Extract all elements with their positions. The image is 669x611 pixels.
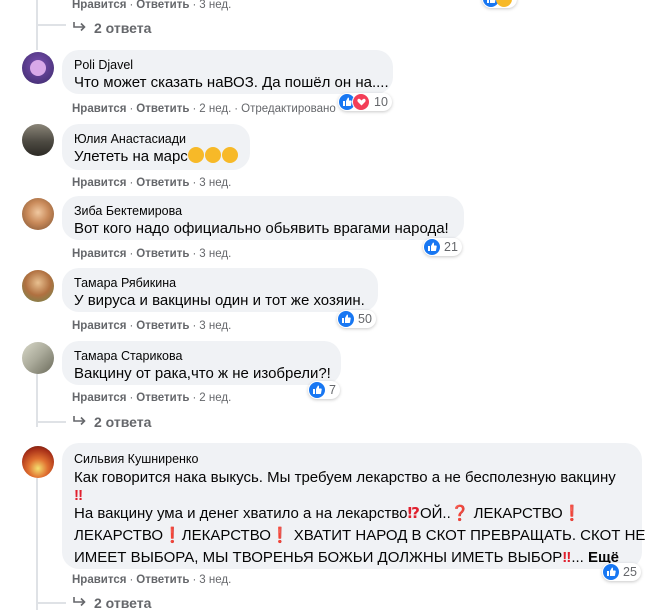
reply-link[interactable]: Ответить [136,0,189,11]
timestamp[interactable]: 3 нед. [199,320,231,332]
reaction-badge[interactable]: 10 [338,93,392,111]
reaction-count: 50 [358,312,372,326]
reaction-badge[interactable]: 7 [308,381,340,399]
replies-label: 2 ответа [94,414,152,430]
double-exclamation-icon: ‼ [74,487,84,504]
like-link[interactable]: Нравится [72,574,126,586]
reply-link[interactable]: Ответить [136,320,189,332]
comment-text: Вот кого надо официально обьявить врагам… [74,220,449,237]
comment-author[interactable]: Сильвия Кушниренко [74,451,630,467]
exclamation-icon: ❗ [562,505,582,522]
reply-link[interactable]: Ответить [136,392,189,404]
rofl-emoji-icon [204,147,221,163]
comment-bubble: Сильвия Кушниренко Как говорится нака вы… [62,443,646,569]
comment-author[interactable]: Poli Djavel [74,57,381,73]
comment-text-line: ЛЕКАРСТВО❗ЛЕКАРСТВО❗ ХВАТИТ НАРОД В СКОТ… [74,527,646,544]
reply-arrow-icon [72,595,88,611]
reply-link[interactable]: Ответить [136,103,189,115]
comment-meta: Нравится · Ответить · 3 нед. [72,248,232,260]
avatar[interactable] [22,52,54,84]
timestamp[interactable]: 3 нед. [199,0,231,11]
comment-text: Что может сказать наВОЗ. Да пошёл он на.… [74,74,389,91]
comment-text-line: Как говорится нака выкусь. Мы требуем ле… [74,469,616,486]
reply-link[interactable]: Ответить [136,574,189,586]
comment-text: Улететь на марс [74,147,238,167]
comment-bubble: Тамара Рябикина У вируса и вакцины один … [62,268,378,312]
timestamp[interactable]: 2 нед. [199,392,231,404]
reply-arrow-icon [72,20,88,36]
reaction-count: 7 [329,383,336,397]
like-reaction-icon [309,382,325,398]
comment-text-line: ‼ [74,488,630,503]
comment-text: Вакцину от рака,что ж не изобрели?! [74,365,331,382]
timestamp[interactable]: 3 нед. [199,248,231,260]
reaction-badge[interactable] [482,0,517,8]
view-replies-button[interactable]: 2 ответа [72,414,151,430]
comment-meta: Нравится · Ответить · 3 нед. [72,574,232,586]
double-exclamation-icon: ‼ [562,549,572,566]
comment-bubble: Зиба Бектемирова Вот кого надо официальн… [62,196,464,240]
rofl-emoji-icon [187,147,204,163]
like-link[interactable]: Нравится [72,320,126,332]
timestamp[interactable]: 2 нед. [199,103,231,115]
thread-line [36,24,66,26]
timestamp[interactable]: 3 нед. [199,574,231,586]
exclamation-icon: ❓ [450,505,470,522]
reaction-badge[interactable]: 25 [602,563,641,581]
comment-bubble: Тамара Старикова Вакцину от рака,что ж н… [62,341,341,385]
comment-meta: Нравится · Ответить · 3 нед. [72,0,232,11]
like-link[interactable]: Нравится [72,0,126,11]
reply-link[interactable]: Ответить [136,177,189,189]
edited-label: Отредактировано [241,103,336,115]
like-reaction-icon [603,564,619,580]
comment-author[interactable]: Юлия Анастасиади [74,131,238,147]
like-reaction-icon [424,239,440,255]
reaction-badge[interactable]: 21 [423,238,462,256]
interrobang-icon: ⁉ [407,505,420,522]
avatar[interactable] [22,342,54,374]
reaction-badge[interactable]: 50 [337,310,376,328]
laugh-reaction-icon [496,0,512,7]
view-replies-button[interactable]: 2 ответа [72,20,151,36]
avatar[interactable] [22,270,54,302]
thread-line [36,478,38,610]
reaction-count: 10 [374,95,388,109]
like-link[interactable]: Нравится [72,177,126,189]
exclamation-icon: ❗ [163,527,182,544]
comment-meta: Нравится · Ответить · 3 нед. [72,177,232,189]
thread-line [36,602,66,604]
comment-author[interactable]: Зиба Бектемирова [74,203,452,219]
comment-meta: Нравится · Ответить · 3 нед. [72,320,232,332]
reaction-count: 25 [623,565,637,579]
comment-meta: Нравится · Ответить · 2 нед. [72,392,232,404]
view-replies-button[interactable]: 2 ответа [72,595,151,611]
reaction-count: 21 [444,240,458,254]
comment-text-line: ИМЕЕТ ВЫБОРА, МЫ ТВОРЕНЬЯ БОЖЬИ ДОЛЖНЫ И… [74,549,620,566]
heart-reaction-icon [352,93,370,111]
reply-link[interactable]: Ответить [136,248,189,260]
thread-line [36,370,38,427]
like-link[interactable]: Нравится [72,392,126,404]
timestamp[interactable]: 3 нед. [199,177,231,189]
reply-arrow-icon [72,414,88,430]
like-link[interactable]: Нравится [72,248,126,260]
comment-author[interactable]: Тамара Рябикина [74,275,366,291]
rofl-emoji-icon [221,147,238,163]
replies-label: 2 ответа [94,595,152,611]
comment-meta: Нравится · Ответить · 2 нед. · Отредактировано [72,103,336,115]
comment-author[interactable]: Тамара Старикова [74,348,329,364]
comment-bubble: Юлия Анастасиади Улететь на марс [62,124,250,170]
replies-label: 2 ответа [94,20,152,36]
like-reaction-icon [338,311,354,327]
like-link[interactable]: Нравится [72,103,126,115]
comment-text-line: На вакцину ума и денег хватило а на лека… [74,505,582,522]
thread-line [36,421,66,423]
avatar[interactable] [22,198,54,230]
comment-bubble: Poli Djavel Что может сказать наВОЗ. Да … [62,50,393,94]
comment-text: У вируса и вакцины один и тот же хозяин. [74,292,365,309]
avatar[interactable] [22,124,54,156]
exclamation-icon: ❗ [270,527,290,544]
avatar[interactable] [22,446,54,478]
